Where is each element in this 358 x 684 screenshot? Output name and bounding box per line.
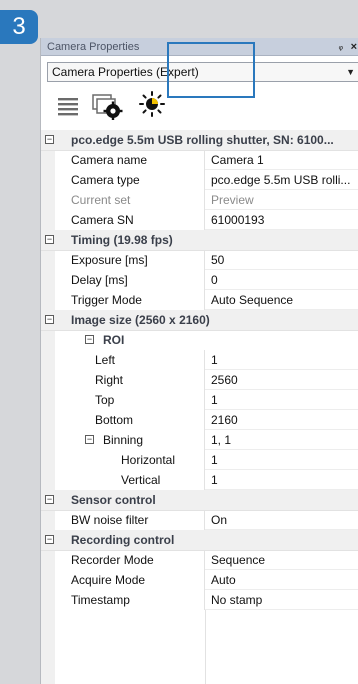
category-recording-control[interactable]: − Recording control: [41, 530, 358, 551]
collapse-icon[interactable]: −: [45, 315, 54, 324]
collapse-icon[interactable]: −: [85, 435, 94, 444]
property-name: Left: [95, 350, 205, 370]
property-row[interactable]: Top 1: [41, 390, 358, 410]
property-row[interactable]: Exposure [ms] 50: [41, 250, 358, 270]
category-title: Recording control: [71, 533, 175, 547]
toolbar: [41, 84, 358, 128]
property-row[interactable]: Right 2560: [41, 370, 358, 390]
property-name: Acquire Mode: [71, 570, 205, 590]
chevron-down-icon[interactable]: ▼: [346, 63, 355, 81]
property-row[interactable]: Camera type pco.edge 5.5m USB rolli...: [41, 170, 358, 190]
camera-properties-panel: Camera Properties ᵩ × Camera Properties …: [40, 38, 358, 684]
collapse-icon[interactable]: −: [45, 135, 54, 144]
property-row[interactable]: Bottom 2160: [41, 410, 358, 430]
property-row[interactable]: Delay [ms] 0: [41, 270, 358, 290]
property-row[interactable]: Recorder Mode Sequence: [41, 550, 358, 570]
property-row[interactable]: Vertical 1: [41, 470, 358, 490]
property-value[interactable]: 50: [205, 250, 358, 270]
collapse-icon[interactable]: −: [45, 495, 54, 504]
category-timing[interactable]: − Timing (19.98 fps): [41, 230, 358, 251]
pin-icon[interactable]: ᵩ: [339, 38, 343, 56]
panel-title: Camera Properties: [47, 41, 140, 53]
category-title: pco.edge 5.5m USB rolling shutter, SN: 6…: [71, 133, 334, 147]
property-value[interactable]: 1: [205, 350, 358, 370]
property-row[interactable]: Acquire Mode Auto: [41, 570, 358, 590]
property-name: BW noise filter: [71, 510, 205, 530]
category-title: Timing (19.98 fps): [71, 233, 173, 247]
property-value[interactable]: 1, 1: [205, 430, 358, 450]
subcategory-title: ROI: [103, 333, 125, 347]
property-value: Preview: [205, 190, 358, 210]
subcategory-roi[interactable]: − ROI: [41, 330, 358, 350]
property-row[interactable]: Camera name Camera 1: [41, 150, 358, 170]
property-name: Top: [95, 390, 205, 410]
property-value[interactable]: Auto Sequence: [205, 290, 358, 310]
property-name: Recorder Mode: [71, 550, 205, 570]
property-value[interactable]: On: [205, 510, 358, 530]
settings-window-icon[interactable]: [91, 90, 123, 120]
collapse-icon[interactable]: −: [45, 235, 54, 244]
property-name: Timestamp: [71, 590, 205, 610]
property-value[interactable]: Sequence: [205, 550, 358, 570]
property-value[interactable]: 1: [205, 450, 358, 470]
property-name: Horizontal: [121, 450, 205, 470]
collapse-icon[interactable]: −: [85, 335, 94, 344]
property-value[interactable]: 1: [205, 470, 358, 490]
property-row-binning[interactable]: − Binning 1, 1: [41, 430, 358, 450]
category-camera[interactable]: − pco.edge 5.5m USB rolling shutter, SN:…: [41, 130, 358, 151]
property-name: Camera SN: [71, 210, 205, 230]
property-name: Binning: [103, 430, 205, 450]
column-divider: [205, 610, 206, 684]
property-name: Current set: [71, 190, 205, 210]
category-image-size[interactable]: − Image size (2560 x 2160): [41, 310, 358, 331]
property-row[interactable]: Horizontal 1: [41, 450, 358, 470]
property-grid: − pco.edge 5.5m USB rolling shutter, SN:…: [41, 130, 358, 684]
property-row[interactable]: Current set Preview: [41, 190, 358, 210]
property-value[interactable]: 2560: [205, 370, 358, 390]
property-name: Camera name: [71, 150, 205, 170]
category-title: Sensor control: [71, 493, 156, 507]
property-name: Exposure [ms]: [71, 250, 205, 270]
property-value[interactable]: No stamp: [205, 590, 358, 610]
category-title: Image size (2560 x 2160): [71, 313, 210, 327]
property-value[interactable]: 1: [205, 390, 358, 410]
property-name: Trigger Mode: [71, 290, 205, 310]
property-row[interactable]: BW noise filter On: [41, 510, 358, 530]
category-sensor-control[interactable]: − Sensor control: [41, 490, 358, 511]
property-value[interactable]: 61000193: [205, 210, 358, 230]
list-view-icon[interactable]: [57, 90, 79, 120]
property-name: Camera type: [71, 170, 205, 190]
property-row[interactable]: Left 1: [41, 350, 358, 370]
step-badge: 3: [0, 10, 38, 44]
property-row[interactable]: Camera SN 61000193: [41, 210, 358, 230]
property-row[interactable]: Timestamp No stamp: [41, 590, 358, 610]
property-name: Delay [ms]: [71, 270, 205, 290]
property-name: Bottom: [95, 410, 205, 430]
close-icon[interactable]: ×: [351, 38, 357, 56]
collapse-icon[interactable]: −: [45, 535, 54, 544]
brightness-icon[interactable]: [137, 90, 167, 120]
property-value[interactable]: Auto: [205, 570, 358, 590]
property-value[interactable]: 0: [205, 270, 358, 290]
property-row[interactable]: Trigger Mode Auto Sequence: [41, 290, 358, 310]
property-value[interactable]: Camera 1: [205, 150, 358, 170]
property-value[interactable]: pco.edge 5.5m USB rolli...: [205, 170, 358, 190]
property-value[interactable]: 2160: [205, 410, 358, 430]
property-name: Vertical: [121, 470, 205, 490]
property-name: Right: [95, 370, 205, 390]
